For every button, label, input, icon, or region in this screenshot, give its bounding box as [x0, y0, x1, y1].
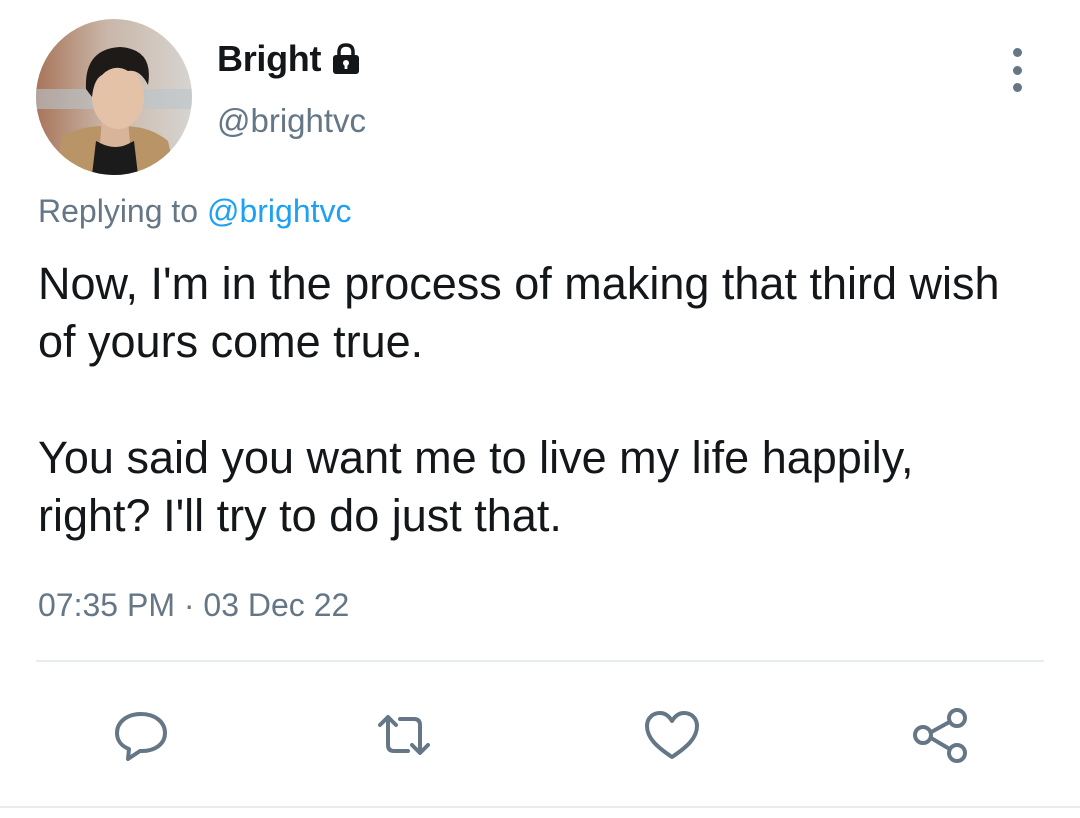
more-dot-icon: [1012, 48, 1022, 57]
heart-icon: [645, 711, 699, 759]
retweet-icon: [378, 715, 430, 755]
replying-to-label: Replying to: [38, 193, 199, 229]
divider: [36, 660, 1044, 662]
avatar[interactable]: [36, 19, 192, 175]
timestamp[interactable]: 07:35 PM · 03 Dec 22: [38, 587, 349, 624]
display-name[interactable]: Bright: [217, 38, 321, 80]
handle[interactable]: @brightvc: [217, 102, 366, 140]
more-dot-icon: [1012, 65, 1022, 75]
reply-button[interactable]: [106, 700, 176, 770]
reply-icon: [115, 712, 167, 761]
profile-photo: [36, 19, 192, 175]
like-button[interactable]: [637, 700, 707, 770]
replying-to: Replying to @brightvc: [38, 193, 352, 230]
tweet-card: Bright @brightvc Replying to @brightvc N…: [0, 0, 1080, 818]
more-options-button[interactable]: [1000, 48, 1034, 92]
tweet-paragraph: You said you want me to live my life hap…: [38, 432, 914, 541]
more-dot-icon: [1012, 83, 1022, 92]
action-bar: [0, 700, 1080, 770]
tweet-text: Now, I'm in the process of making that t…: [38, 255, 1038, 545]
share-button[interactable]: [905, 700, 975, 770]
lock-icon: [329, 42, 363, 76]
tweet-paragraph: Now, I'm in the process of making that t…: [38, 258, 1000, 367]
reply-mention-link[interactable]: @brightvc: [207, 193, 352, 229]
share-icon: [913, 708, 967, 763]
retweet-button[interactable]: [369, 700, 439, 770]
author-name-row: Bright: [217, 38, 363, 80]
bottom-border: [0, 806, 1080, 808]
